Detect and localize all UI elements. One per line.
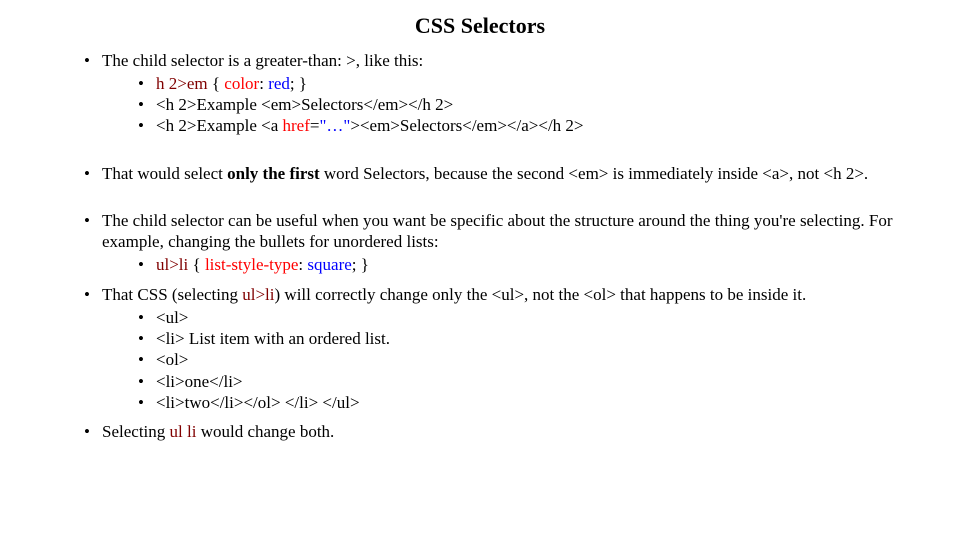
bullet-list: The child selector is a greater-than: >,… bbox=[40, 50, 920, 443]
b2-strong: only the first bbox=[227, 164, 320, 183]
code-line: <h 2>Example <a href="…"><em>Selectors</… bbox=[156, 116, 584, 135]
b4-s4: <li>one</li> bbox=[142, 371, 920, 392]
b4-p1: That CSS (selecting bbox=[102, 285, 242, 304]
b3-text: The child selector can be useful when yo… bbox=[102, 211, 892, 251]
b5-p2: would change both. bbox=[196, 422, 334, 441]
bullet-3: The child selector can be useful when yo… bbox=[88, 210, 920, 276]
code-line: h 2>em { color: red; } bbox=[156, 74, 307, 93]
bullet-4-sub: <ul> <li> List item with an ordered list… bbox=[102, 307, 920, 413]
code-line: ul>li { list-style-type: square; } bbox=[156, 255, 369, 274]
bullet-2: That would select only the first word Se… bbox=[88, 163, 920, 184]
page-title: CSS Selectors bbox=[40, 12, 920, 40]
b4-s3: <ol> bbox=[142, 349, 920, 370]
b4-s1: <ul> bbox=[142, 307, 920, 328]
b2-p2: word Selectors, because the second <em> … bbox=[320, 164, 869, 183]
bullet-1-text: The child selector is a greater-than: >,… bbox=[102, 51, 423, 70]
b3-s1: ul>li { list-style-type: square; } bbox=[142, 254, 920, 275]
b1-s2: <h 2>Example <em>Selectors</em></h 2> bbox=[142, 94, 920, 115]
code-line: <h 2>Example <em>Selectors</em></h 2> bbox=[156, 95, 453, 114]
bullet-3-sub: ul>li { list-style-type: square; } bbox=[102, 254, 920, 275]
spacer bbox=[88, 192, 920, 210]
bullet-5: Selecting ul li would change both. bbox=[88, 421, 920, 442]
b4-p2: ) will correctly change only the <ul>, n… bbox=[275, 285, 807, 304]
spacer bbox=[88, 145, 920, 163]
slide: CSS Selectors The child selector is a gr… bbox=[0, 0, 960, 540]
b2-p1: That would select bbox=[102, 164, 227, 183]
b4-sel: ul>li bbox=[242, 285, 274, 304]
b4-s2: <li> List item with an ordered list. bbox=[142, 328, 920, 349]
b1-s1: h 2>em { color: red; } bbox=[142, 73, 920, 94]
bullet-1: The child selector is a greater-than: >,… bbox=[88, 50, 920, 137]
bullet-4: That CSS (selecting ul>li) will correctl… bbox=[88, 284, 920, 414]
bullet-1-sub: h 2>em { color: red; } <h 2>Example <em>… bbox=[102, 73, 920, 137]
b5-sel: ul li bbox=[170, 422, 197, 441]
b4-s5: <li>two</li></ol> </li> </ul> bbox=[142, 392, 920, 413]
b5-p1: Selecting bbox=[102, 422, 170, 441]
b1-s3: <h 2>Example <a href="…"><em>Selectors</… bbox=[142, 115, 920, 136]
